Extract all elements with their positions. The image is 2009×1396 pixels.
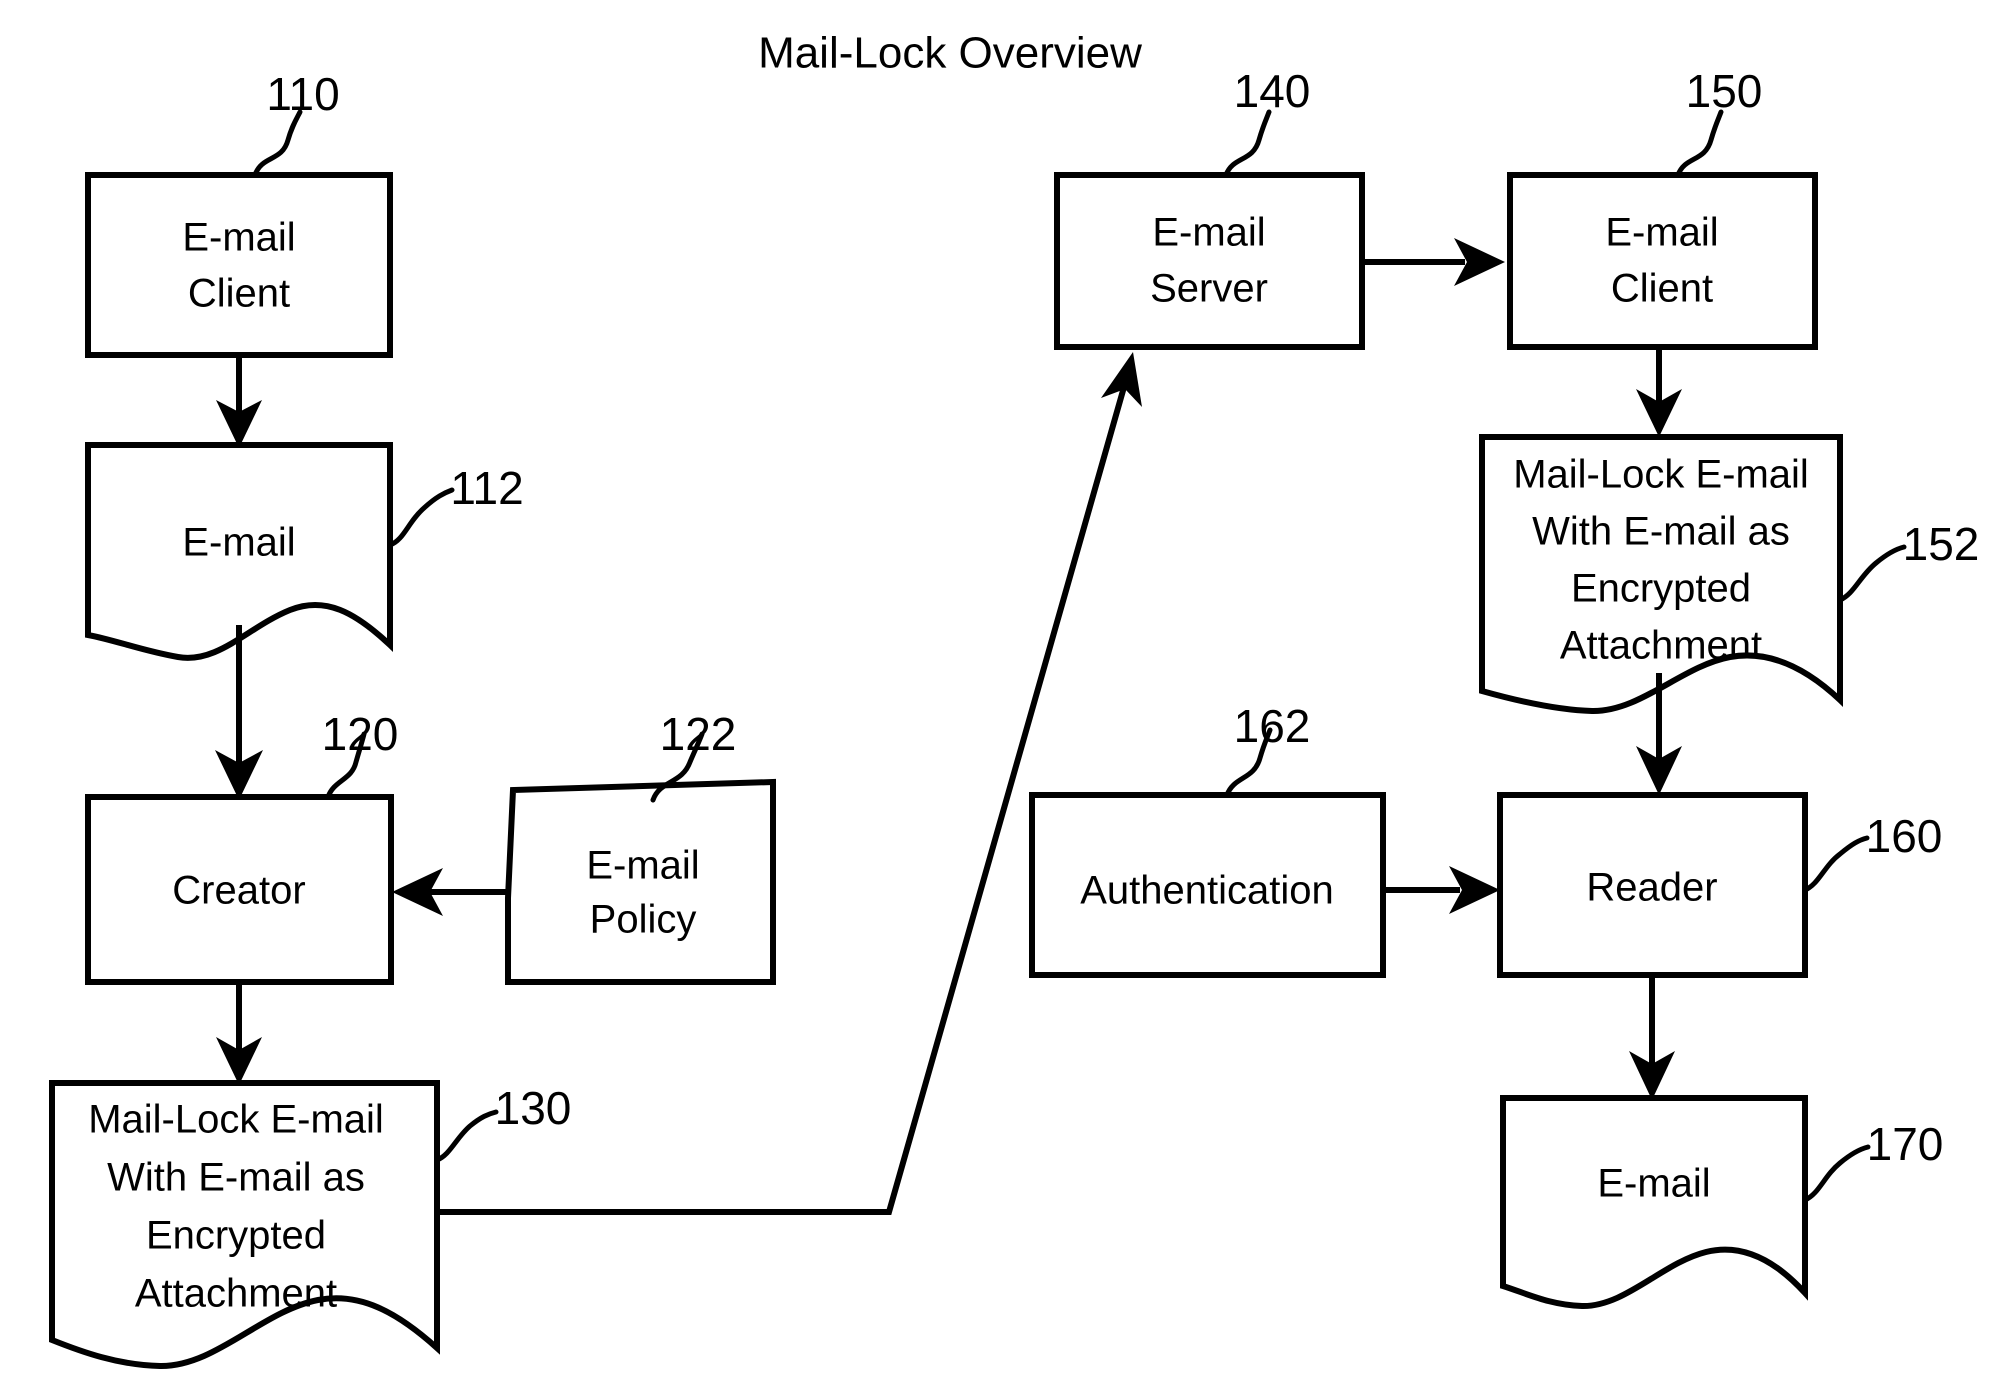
- email-client-sender-label-line1: E-mail: [182, 216, 295, 260]
- node-email-policy: E-mail Policy 122: [505, 708, 776, 985]
- email-server-label-line1: E-mail: [1152, 211, 1265, 255]
- node-maillock-email-sender: Mail-Lock E-mail With E-mail as Encrypte…: [49, 1080, 572, 1370]
- ref-number-122: 122: [660, 708, 737, 760]
- email-client-receiver-box: [1507, 172, 1818, 350]
- node-creator: Creator 120: [85, 708, 399, 985]
- node-authentication: Authentication 162: [1029, 700, 1386, 978]
- email-server-label-line2: Server: [1150, 267, 1268, 311]
- node-reader: Reader 160: [1497, 792, 1943, 978]
- email-policy-label-line2: Policy: [590, 898, 697, 942]
- leader-line-152: [1837, 544, 1907, 603]
- email-client-sender-box: [85, 172, 393, 358]
- node-email-client-receiver: E-mail Client 150: [1507, 65, 1818, 350]
- node-email-server: E-mail Server 140: [1054, 65, 1365, 350]
- mail-lock-overview-diagram: Mail-Lock Overview E-mail Client 110 E-m…: [0, 0, 2009, 1396]
- ref-number-120: 120: [322, 708, 399, 760]
- leader-line-130: [434, 1109, 499, 1163]
- leader-line-150: [1675, 109, 1724, 178]
- ref-number-152: 152: [1903, 518, 1980, 570]
- node-email-doc-output: E-mail 170: [1500, 1095, 1944, 1310]
- authentication-label: Authentication: [1080, 869, 1334, 913]
- ref-number-162: 162: [1234, 700, 1311, 752]
- ref-number-170: 170: [1867, 1118, 1944, 1170]
- leader-line-112: [387, 487, 455, 548]
- email-server-box: [1054, 172, 1365, 350]
- email-client-receiver-label-line2: Client: [1611, 267, 1713, 311]
- arrow-reader-to-email-output: [1629, 975, 1675, 1100]
- arrow-client-to-email-doc: [216, 355, 262, 448]
- maillock-email-sender-label-line1: Mail-Lock E-mail: [88, 1098, 384, 1142]
- node-maillock-email-receiver: Mail-Lock E-mail With E-mail as Encrypte…: [1479, 434, 1980, 715]
- reader-label: Reader: [1586, 866, 1717, 910]
- maillock-email-sender-label-line3: Encrypted: [146, 1214, 326, 1258]
- node-email-doc-source: E-mail 112: [85, 442, 524, 661]
- email-doc-source-label: E-mail: [182, 521, 295, 565]
- ref-number-112: 112: [450, 462, 523, 514]
- maillock-email-receiver-label-line4: Attachment: [1560, 624, 1762, 668]
- email-doc-output-label: E-mail: [1597, 1162, 1710, 1206]
- email-client-sender-label-line2: Client: [188, 272, 290, 316]
- email-policy-label-line1: E-mail: [586, 844, 699, 888]
- arrow-authentication-to-reader: [1383, 866, 1500, 914]
- arrow-client-to-maillock-email-receiver: [1636, 347, 1682, 437]
- maillock-email-sender-label-line2: With E-mail as: [107, 1156, 365, 1200]
- ref-number-140: 140: [1234, 65, 1311, 117]
- arrow-maillock-email-to-reader: [1636, 673, 1682, 795]
- leader-line-140: [1223, 109, 1272, 178]
- arrow-policy-to-creator: [392, 868, 508, 916]
- diagram-canvas: Mail-Lock Overview E-mail Client 110 E-m…: [49, 29, 1980, 1370]
- maillock-email-receiver-label-line3: Encrypted: [1571, 567, 1751, 611]
- maillock-email-sender-label-line4: Attachment: [135, 1272, 337, 1316]
- leader-line-170: [1802, 1144, 1871, 1203]
- ref-number-110: 110: [266, 68, 339, 120]
- leader-line-110: [252, 109, 303, 178]
- node-email-client-sender: E-mail Client 110: [85, 68, 393, 358]
- maillock-email-receiver-label-line2: With E-mail as: [1532, 510, 1790, 554]
- creator-label: Creator: [172, 869, 305, 913]
- ref-number-160: 160: [1866, 810, 1943, 862]
- ref-number-150: 150: [1686, 65, 1763, 117]
- ref-number-130: 130: [495, 1082, 572, 1134]
- email-client-receiver-label-line1: E-mail: [1605, 211, 1718, 255]
- leader-line-160: [1802, 835, 1870, 893]
- maillock-email-receiver-label-line1: Mail-Lock E-mail: [1513, 453, 1809, 497]
- page-title: Mail-Lock Overview: [758, 29, 1142, 78]
- arrow-server-to-client: [1362, 238, 1505, 286]
- arrow-creator-to-maillock-email: [216, 982, 262, 1085]
